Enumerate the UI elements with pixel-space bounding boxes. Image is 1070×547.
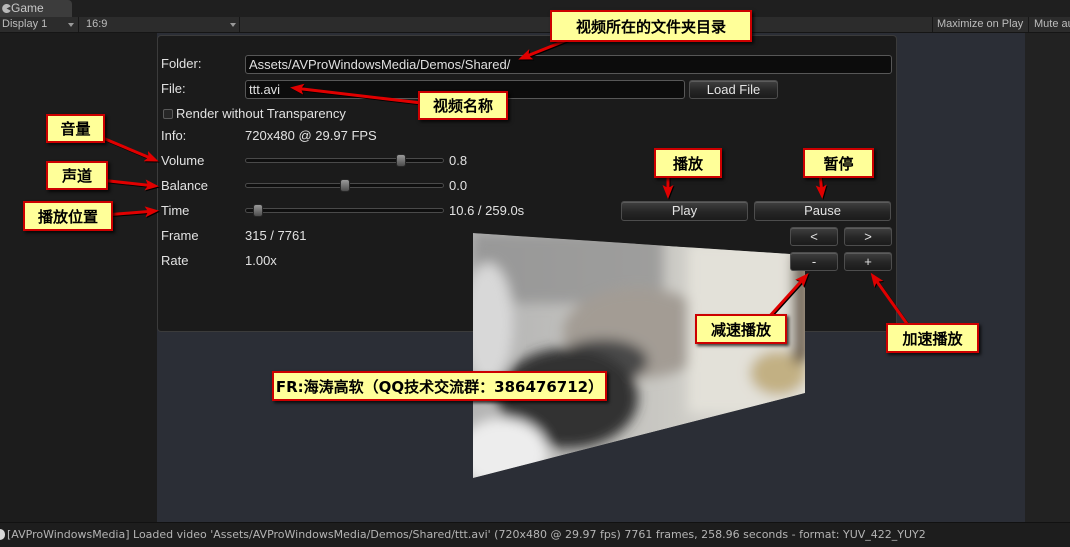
time-slider[interactable] xyxy=(245,204,444,217)
volume-slider-thumb[interactable] xyxy=(396,154,407,167)
annotation-credit: FR:海涛高软（QQ技术交流群：386476712） xyxy=(272,371,607,401)
balance-label: Balance xyxy=(161,178,208,193)
rate-value: 1.00x xyxy=(245,253,277,268)
time-label: Time xyxy=(161,203,190,218)
balance-slider[interactable] xyxy=(245,179,444,192)
aspect-dropdown[interactable]: 16:9 xyxy=(80,17,240,32)
chevron-down-icon xyxy=(230,23,236,27)
render-without-transparency-checkbox[interactable] xyxy=(163,109,173,119)
avpro-player-panel: Folder: Assets/AVProWindowsMedia/Demos/S… xyxy=(157,35,897,332)
info-label: Info: xyxy=(161,128,187,143)
play-button[interactable]: Play xyxy=(621,201,748,221)
balance-slider-thumb[interactable] xyxy=(339,179,350,192)
editor-tab-bar: Game xyxy=(0,0,1070,17)
annotation-pause: 暂停 xyxy=(803,148,874,178)
folder-field[interactable]: Assets/AVProWindowsMedia/Demos/Shared/ xyxy=(245,55,892,74)
console-status-bar[interactable]: [AVProWindowsMedia] Loaded video 'Assets… xyxy=(0,522,1070,547)
display-dropdown-value: Display 1 xyxy=(2,18,48,30)
annotation-volume: 音量 xyxy=(46,114,105,143)
balance-value: 0.0 xyxy=(449,178,468,193)
folder-label: Folder: xyxy=(161,56,202,71)
maximize-on-play-toggle[interactable]: Maximize on Play xyxy=(932,17,1027,32)
rate-up-button[interactable]: + xyxy=(844,252,892,271)
rate-label: Rate xyxy=(161,253,189,268)
frame-label: Frame xyxy=(161,228,199,243)
game-view-letterbox-right xyxy=(1025,33,1070,522)
tab-game[interactable]: Game xyxy=(0,0,72,17)
annotation-play: 播放 xyxy=(654,148,722,178)
chevron-down-icon xyxy=(68,23,74,27)
volume-value: 0.8 xyxy=(449,153,468,168)
annotation-file-name: 视频名称 xyxy=(418,91,508,120)
time-value: 10.6 / 259.0s xyxy=(449,203,525,218)
annotation-speed-up: 加速播放 xyxy=(886,323,979,353)
game-view-toolbar: Display 1 16:9 Maximize on Play Mute au xyxy=(0,17,1070,33)
step-forward-button[interactable]: > xyxy=(844,227,892,246)
annotation-balance: 声道 xyxy=(46,161,108,190)
annotation-folder: 视频所在的文件夹目录 xyxy=(550,10,752,42)
file-field-value: ttt.avi xyxy=(249,82,281,97)
game-view-letterbox-left xyxy=(0,33,157,522)
folder-field-value: Assets/AVProWindowsMedia/Demos/Shared/ xyxy=(249,57,511,72)
mute-audio-toggle[interactable]: Mute au xyxy=(1028,17,1070,32)
console-message: [AVProWindowsMedia] Loaded video 'Assets… xyxy=(7,528,926,541)
time-slider-thumb[interactable] xyxy=(252,204,263,217)
panel-controls: Folder: Assets/AVProWindowsMedia/Demos/S… xyxy=(157,35,897,332)
render-without-transparency-label: Render without Transparency xyxy=(176,106,346,121)
maximize-on-play-label: Maximize on Play xyxy=(937,18,1024,30)
annotation-position: 播放位置 xyxy=(23,201,113,231)
info-value: 720x480 @ 29.97 FPS xyxy=(245,128,377,143)
game-controller-icon xyxy=(2,4,11,13)
pause-button[interactable]: Pause xyxy=(754,201,891,221)
aspect-dropdown-value: 16:9 xyxy=(86,18,108,30)
tab-game-label: Game xyxy=(11,1,44,15)
info-icon xyxy=(0,529,5,540)
volume-label: Volume xyxy=(161,153,205,168)
rate-down-button[interactable]: - xyxy=(790,252,838,271)
load-file-button[interactable]: Load File xyxy=(689,80,778,99)
volume-slider[interactable] xyxy=(245,154,444,167)
frame-value: 315 / 7761 xyxy=(245,228,307,243)
file-label: File: xyxy=(161,81,186,96)
step-back-button[interactable]: < xyxy=(790,227,838,246)
mute-audio-label: Mute au xyxy=(1034,18,1070,30)
display-dropdown[interactable]: Display 1 xyxy=(0,17,79,32)
annotation-slow-down: 减速播放 xyxy=(695,314,787,344)
